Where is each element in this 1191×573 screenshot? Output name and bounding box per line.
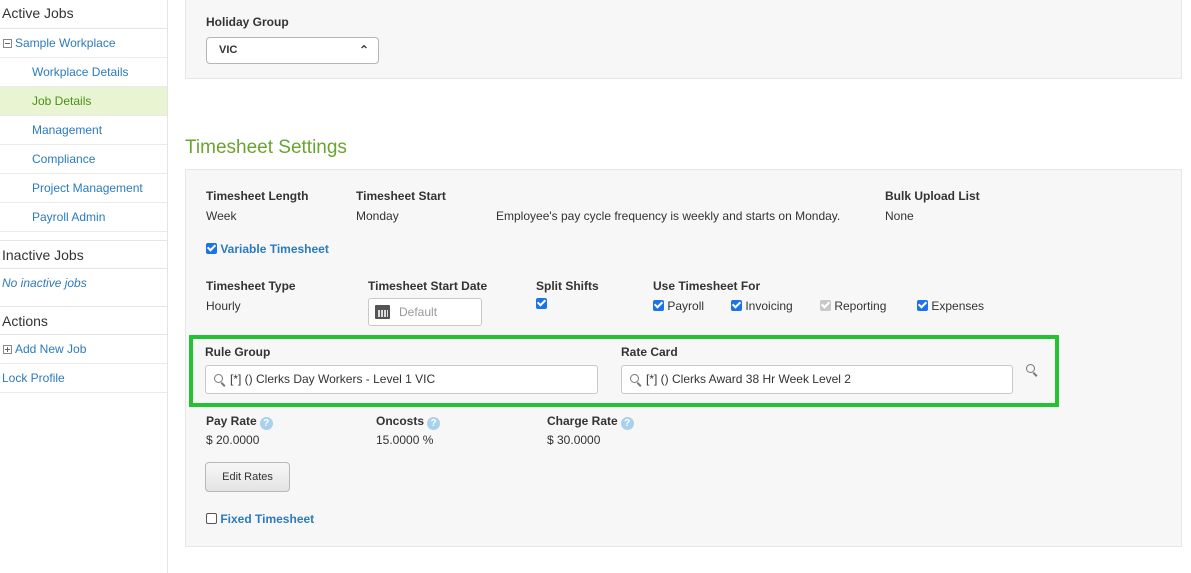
timesheet-type-value: Hourly bbox=[206, 299, 241, 313]
payroll-checkbox[interactable]: Payroll bbox=[653, 299, 704, 313]
invoicing-checkbox[interactable]: Invoicing bbox=[731, 299, 793, 313]
charge-rate-value: $ 30.0000 bbox=[547, 433, 601, 447]
sidebar-item-payroll-admin[interactable]: Payroll Admin bbox=[0, 203, 167, 232]
active-jobs-heading: Active Jobs bbox=[0, 0, 167, 29]
sidebar-item-project-management[interactable]: Project Management bbox=[0, 174, 167, 203]
holiday-group-panel: Holiday Group VIC ⌃ bbox=[185, 0, 1182, 79]
pay-rate-value: $ 20.0000 bbox=[206, 433, 260, 447]
checkbox-checked-icon[interactable] bbox=[917, 300, 928, 311]
oncosts-label: Oncosts? bbox=[376, 414, 441, 430]
search-icon bbox=[630, 374, 639, 383]
bulk-upload-value: None bbox=[885, 209, 914, 223]
actions-heading: Actions bbox=[0, 306, 167, 335]
rule-group-value: [*] () Clerks Day Workers - Level 1 VIC bbox=[230, 372, 436, 386]
charge-rate-label-text: Charge Rate bbox=[547, 414, 618, 428]
rate-card-label: Rate Card bbox=[621, 345, 678, 359]
timesheet-start-date-label: Timesheet Start Date bbox=[368, 279, 488, 293]
fixed-timesheet-label: Fixed Timesheet bbox=[220, 512, 315, 526]
add-new-job-label: Add New Job bbox=[15, 342, 87, 356]
fixed-timesheet-checkbox[interactable]: Fixed Timesheet bbox=[206, 512, 314, 526]
sidebar: Active Jobs Sample Workplace Workplace D… bbox=[0, 0, 168, 573]
calendar-icon[interactable] bbox=[375, 305, 390, 319]
oncosts-label-text: Oncosts bbox=[376, 414, 425, 428]
collapse-icon[interactable] bbox=[3, 39, 12, 48]
timesheet-start-date-input[interactable]: Default bbox=[368, 298, 482, 326]
charge-rate-label: Charge Rate? bbox=[547, 414, 634, 430]
add-new-job-link[interactable]: Add New Job bbox=[0, 335, 167, 364]
bulk-upload-label: Bulk Upload List bbox=[885, 189, 980, 203]
oncosts-value: 15.0000 % bbox=[376, 433, 434, 447]
lock-profile-link[interactable]: Lock Profile bbox=[0, 364, 167, 393]
rule-group-search-input[interactable]: [*] () Clerks Day Workers - Level 1 VIC bbox=[205, 365, 598, 394]
edit-rates-button[interactable]: Edit Rates bbox=[205, 462, 290, 492]
timesheet-type-label: Timesheet Type bbox=[206, 279, 296, 293]
checkbox-unchecked-icon[interactable] bbox=[206, 513, 217, 524]
split-shifts-label: Split Shifts bbox=[536, 279, 599, 293]
expand-icon bbox=[3, 345, 12, 354]
start-date-placeholder: Default bbox=[399, 305, 438, 319]
payroll-label: Payroll bbox=[667, 299, 705, 313]
timesheet-settings-title: Timesheet Settings bbox=[185, 137, 347, 158]
inactive-jobs-heading: Inactive Jobs bbox=[0, 240, 167, 269]
no-inactive-jobs-text: No inactive jobs bbox=[2, 276, 87, 290]
help-icon[interactable]: ? bbox=[259, 417, 273, 430]
help-icon[interactable]: ? bbox=[427, 417, 441, 430]
timesheet-start-label: Timesheet Start bbox=[356, 189, 446, 203]
holiday-group-value: VIC bbox=[219, 44, 238, 56]
sidebar-item-compliance[interactable]: Compliance bbox=[0, 145, 167, 174]
timesheet-length-value: Week bbox=[206, 209, 237, 223]
variable-timesheet-checkbox[interactable]: Variable Timesheet bbox=[206, 242, 329, 256]
search-icon bbox=[214, 374, 223, 383]
reporting-label: Reporting bbox=[834, 299, 887, 313]
rate-card-value: [*] () Clerks Award 38 Hr Week Level 2 bbox=[646, 372, 851, 386]
sidebar-item-label: Sample Workplace bbox=[15, 36, 116, 50]
checkbox-checked-icon[interactable] bbox=[206, 243, 217, 254]
sidebar-item-workplace-details[interactable]: Workplace Details bbox=[0, 58, 167, 87]
use-timesheet-for-label: Use Timesheet For bbox=[653, 279, 761, 293]
expenses-label: Expenses bbox=[931, 299, 985, 313]
variable-timesheet-label: Variable Timesheet bbox=[220, 242, 329, 256]
holiday-group-label: Holiday Group bbox=[206, 15, 289, 29]
reporting-checkbox[interactable]: Reporting bbox=[820, 299, 886, 313]
holiday-group-select[interactable]: VIC ⌃ bbox=[206, 37, 379, 64]
pay-rate-label: Pay Rate? bbox=[206, 414, 273, 430]
pay-cycle-note: Employee's pay cycle frequency is weekly… bbox=[496, 209, 841, 223]
invoicing-label: Invoicing bbox=[745, 299, 793, 313]
expenses-checkbox[interactable]: Expenses bbox=[917, 299, 984, 313]
checkbox-disabled-icon bbox=[820, 300, 831, 311]
sidebar-item-job-details[interactable]: Job Details bbox=[0, 87, 167, 116]
checkbox-checked-icon[interactable] bbox=[653, 300, 664, 311]
select-arrows-icon: ⌃ bbox=[358, 43, 369, 57]
timesheet-length-label: Timesheet Length bbox=[206, 189, 309, 203]
rate-card-search-input[interactable]: [*] () Clerks Award 38 Hr Week Level 2 bbox=[621, 365, 1013, 394]
rule-group-label: Rule Group bbox=[205, 345, 271, 359]
checkbox-checked-icon[interactable] bbox=[536, 298, 547, 309]
sidebar-item-management[interactable]: Management bbox=[0, 116, 167, 145]
help-icon[interactable]: ? bbox=[620, 417, 634, 430]
timesheet-start-value: Monday bbox=[356, 209, 399, 223]
pay-rate-label-text: Pay Rate bbox=[206, 414, 257, 428]
sidebar-item-sample-workplace[interactable]: Sample Workplace bbox=[0, 29, 167, 58]
split-shifts-checkbox[interactable] bbox=[536, 297, 547, 311]
checkbox-checked-icon[interactable] bbox=[731, 300, 742, 311]
search-icon[interactable] bbox=[1026, 364, 1035, 373]
